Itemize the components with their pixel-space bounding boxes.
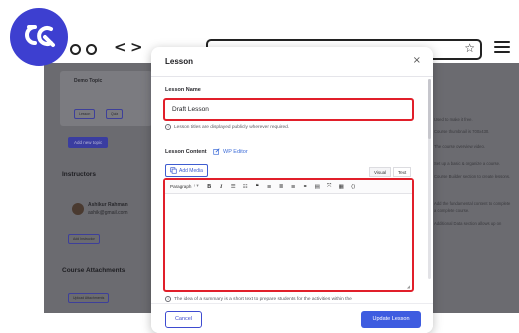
- help-note: Used to make it free.: [434, 117, 473, 122]
- cancel-button[interactable]: Cancel: [165, 311, 202, 328]
- lesson-name-input[interactable]: Draft Lesson: [163, 98, 414, 121]
- add-instructor-button[interactable]: Add Instructor: [68, 234, 100, 244]
- summary-hint-text: The idea of a summary is a short text to…: [174, 296, 352, 302]
- quiz-mini-button[interactable]: Quiz: [106, 109, 124, 119]
- editor-toolbar: Paragraph ⁞ ▾ B I ☰ ☷ ❝ ≡ ≣ ≡ ⚭ ▤ ⤧ ▦ ⟨⟩: [165, 180, 412, 194]
- instructor-name: Ashikur Rahman: [88, 202, 128, 208]
- add-media-label: Add Media: [179, 167, 203, 174]
- topic-title: Demo Topic: [74, 78, 103, 84]
- avatar: [72, 203, 84, 215]
- modal-scrollbar[interactable]: [428, 79, 431, 279]
- forward-arrow-icon[interactable]: >: [130, 38, 143, 56]
- attachments-heading: Course Attachments: [62, 267, 126, 274]
- format-select[interactable]: Paragraph ⁞ ▾: [170, 184, 201, 189]
- bold-icon[interactable]: B: [206, 184, 213, 190]
- align-left-icon[interactable]: ≡: [266, 184, 273, 190]
- browser-menu-icon[interactable]: [494, 41, 510, 55]
- instructor-email: ashik@gmail.com: [88, 210, 128, 216]
- window-dot-icon: [70, 44, 81, 55]
- help-note: The course overview video.: [434, 144, 485, 149]
- align-center-icon[interactable]: ≣: [278, 184, 285, 190]
- help-note: Course Builder section to create lessons…: [434, 174, 511, 179]
- toolbar-toggle-icon[interactable]: ▦: [338, 184, 345, 190]
- resize-handle-icon[interactable]: ◢: [407, 284, 410, 289]
- help-note: Additional Data section allows up on: [434, 221, 502, 226]
- numbered-list-icon[interactable]: ☷: [242, 184, 249, 190]
- summary-hint: i The idea of a summary is a short text …: [165, 296, 352, 302]
- upload-attachments-button[interactable]: Upload Attachments: [68, 293, 110, 303]
- format-select-value: Paragraph: [170, 184, 192, 189]
- edit-icon: [213, 148, 220, 155]
- lesson-name-label: Lesson Name: [165, 87, 201, 93]
- blockquote-icon[interactable]: ❝: [254, 184, 261, 190]
- italic-icon[interactable]: I: [218, 184, 225, 190]
- fullscreen-icon[interactable]: ⤧: [326, 183, 333, 190]
- lesson-mini-button[interactable]: Lesson: [74, 109, 96, 119]
- back-arrow-icon[interactable]: <: [114, 38, 127, 56]
- modal-header: Lesson ×: [151, 47, 433, 77]
- chevron-down-icon: ⁞ ▾: [193, 184, 199, 189]
- help-note: a complete course.: [434, 208, 470, 213]
- screenshot-root: < > ☆ Demo Topic Lesson Quiz Add new top…: [0, 0, 519, 333]
- window-dot-icon: [86, 44, 97, 55]
- update-lesson-button[interactable]: Update Lesson: [361, 311, 421, 328]
- info-icon: i: [165, 296, 171, 302]
- link-icon[interactable]: ⚭: [302, 184, 309, 190]
- tab-visual[interactable]: Visual: [369, 167, 392, 177]
- insert-more-icon[interactable]: ▤: [314, 184, 321, 190]
- media-icon: [170, 167, 177, 174]
- modal-title: Lesson: [165, 57, 194, 66]
- help-note: Set up a basic & organize a course.: [434, 161, 501, 166]
- lesson-name-hint: i Lesson titles are displayed publicly w…: [165, 124, 289, 130]
- help-note: Add the fundamental content to complete: [434, 201, 511, 206]
- bookmark-star-icon[interactable]: ☆: [464, 41, 475, 55]
- wp-editor-link[interactable]: WP Editor: [213, 148, 248, 155]
- bullet-list-icon[interactable]: ☰: [230, 184, 237, 190]
- close-icon[interactable]: ×: [413, 55, 421, 66]
- lesson-content-editor[interactable]: Paragraph ⁞ ▾ B I ☰ ☷ ❝ ≡ ≣ ≡ ⚭ ▤ ⤧ ▦ ⟨⟩…: [163, 178, 414, 292]
- lesson-modal: Lesson × Lesson Name Draft Lesson i Less…: [151, 47, 433, 333]
- instructors-heading: Instructors: [62, 171, 96, 178]
- code-icon[interactable]: ⟨⟩: [350, 184, 357, 190]
- tab-text[interactable]: Text: [393, 167, 412, 177]
- align-right-icon[interactable]: ≡: [290, 184, 297, 190]
- add-media-button[interactable]: Add Media: [165, 164, 208, 177]
- lesson-content-label: Lesson Content: [165, 149, 207, 155]
- help-note: Course thumbnail is 700x430.: [434, 129, 490, 134]
- brand-logo-icon: [10, 8, 68, 66]
- add-new-topic-button[interactable]: Add new topic: [68, 137, 109, 148]
- wp-editor-label: WP Editor: [223, 148, 248, 155]
- modal-footer: Cancel Update Lesson: [151, 303, 433, 333]
- info-icon: i: [165, 124, 171, 130]
- lesson-name-hint-text: Lesson titles are displayed publicly whe…: [174, 124, 290, 130]
